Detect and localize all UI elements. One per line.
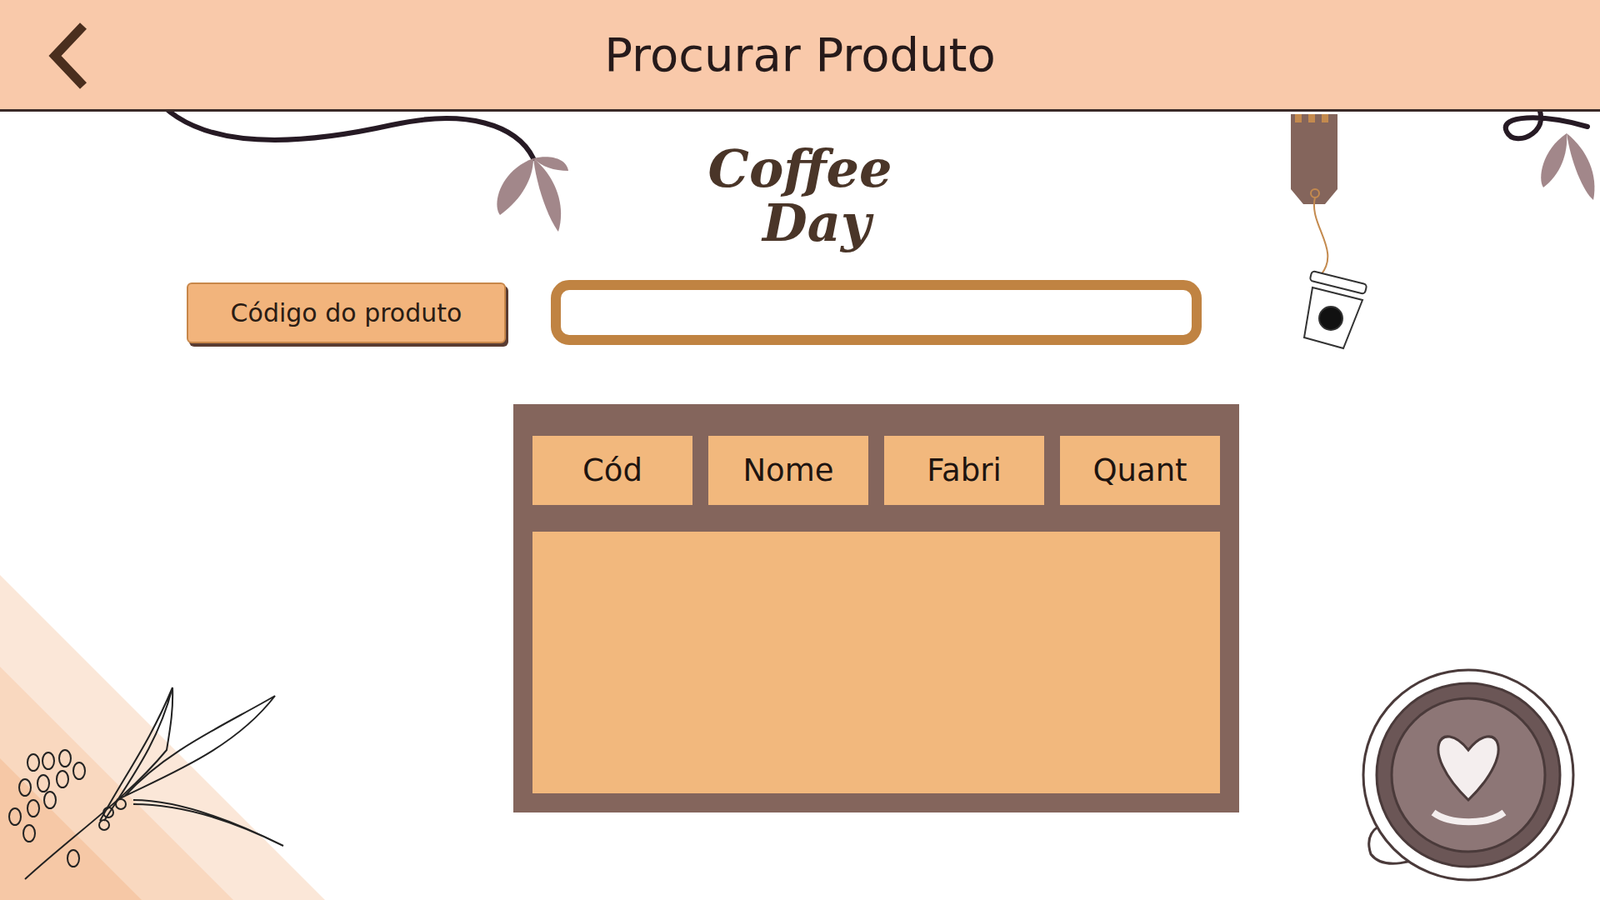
search-row: Código do produto bbox=[186, 280, 1600, 345]
column-header[interactable]: Cód bbox=[532, 435, 693, 505]
leaves-right-icon bbox=[1540, 133, 1595, 200]
header-bar: Procurar Produto bbox=[0, 0, 1600, 112]
column-header[interactable]: Nome bbox=[708, 435, 869, 505]
search-product-screen: Procurar Produto CoffeeDay Código do produ… bbox=[0, 0, 1600, 900]
back-arrow-icon[interactable] bbox=[48, 22, 90, 90]
takeaway-cup-icon bbox=[1304, 270, 1367, 349]
product-table: CódNomeFabriQuant bbox=[513, 404, 1240, 813]
product-code-input[interactable] bbox=[550, 280, 1202, 345]
page-title: Procurar Produto bbox=[604, 27, 995, 82]
table-body bbox=[532, 531, 1220, 794]
logo-text: Day bbox=[762, 195, 871, 250]
leaves-left-icon bbox=[496, 156, 569, 232]
product-code-button[interactable]: Código do produto bbox=[186, 282, 506, 344]
hanging-tag-icon bbox=[1290, 114, 1338, 275]
logo-text: Coffee bbox=[708, 141, 893, 196]
coffee-plant-icon bbox=[9, 687, 284, 880]
table-header: CódNomeFabriQuant bbox=[532, 435, 1220, 505]
coffee-day-logo: CoffeeDay bbox=[708, 116, 893, 275]
latte-cup-icon bbox=[1363, 670, 1574, 880]
corner-triangle-icon bbox=[0, 575, 325, 900]
column-header[interactable]: Quant bbox=[1060, 435, 1220, 505]
column-header[interactable]: Fabri bbox=[884, 435, 1045, 505]
